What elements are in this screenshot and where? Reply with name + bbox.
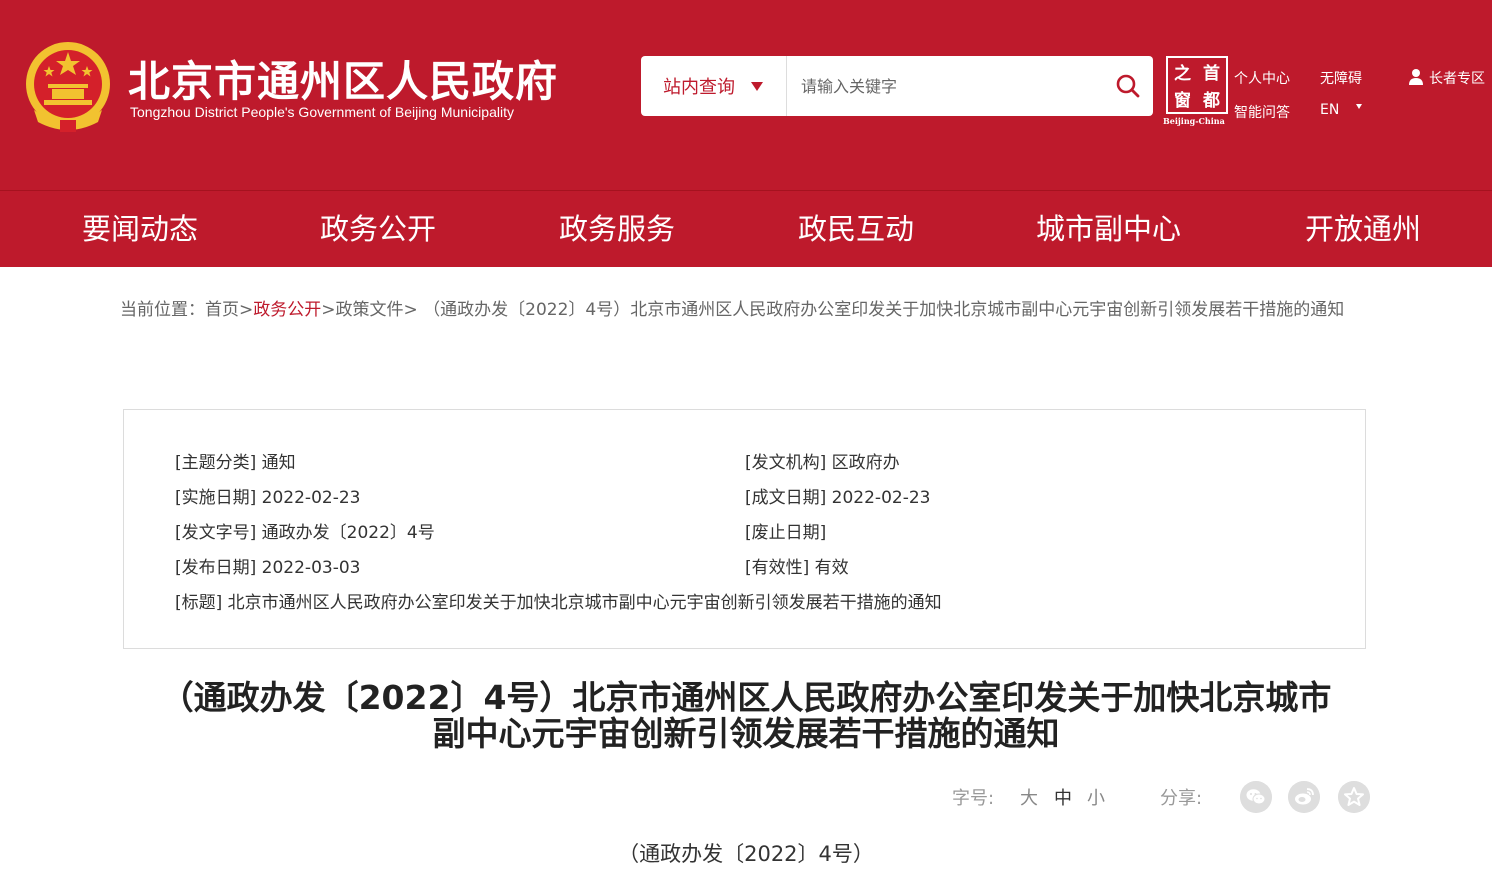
site-subtitle: Tongzhou District People's Government of… bbox=[130, 104, 514, 120]
font-size-small-button[interactable]: 小 bbox=[1087, 784, 1105, 810]
search-box: 站内查询 bbox=[641, 56, 1153, 116]
smart-qa-link[interactable]: 智能问答 bbox=[1234, 102, 1290, 122]
nav-item-sub-center[interactable]: 城市副中心 bbox=[1036, 191, 1181, 268]
national-emblem-icon[interactable] bbox=[24, 40, 112, 134]
nav-item-news[interactable]: 要闻动态 bbox=[82, 191, 198, 268]
capital-window-logo[interactable]: 之 首 窗 都 Beijing-China bbox=[1163, 56, 1231, 126]
dropdown-arrow-icon bbox=[751, 81, 763, 91]
meta-impl-date: [实施日期] 2022-02-23 bbox=[175, 488, 361, 508]
nav-item-gov-public[interactable]: 政务公开 bbox=[320, 191, 436, 268]
meta-made-date: [成文日期] 2022-02-23 bbox=[745, 488, 931, 508]
capital-window-caption: Beijing-China bbox=[1163, 116, 1225, 126]
weibo-icon[interactable] bbox=[1288, 781, 1320, 813]
language-en-link[interactable]: EN bbox=[1320, 102, 1339, 118]
share-label: 分享: bbox=[1160, 788, 1203, 809]
article-title: （通政办发〔2022〕4号）北京市通州区人民政府办公室印发关于加快北京城市 副中… bbox=[120, 680, 1372, 752]
breadcrumb-gov-public[interactable]: 政务公开 bbox=[253, 300, 321, 320]
meta-validity: [有效性] 有效 bbox=[745, 558, 849, 578]
wechat-icon[interactable] bbox=[1240, 781, 1272, 813]
site-header: 北京市通州区人民政府 Tongzhou District People's Go… bbox=[0, 0, 1492, 190]
capital-char: 之 bbox=[1174, 64, 1191, 84]
breadcrumb-separator: > bbox=[321, 300, 336, 320]
breadcrumb: 当前位置：首页>政务公开>政策文件> （通政办发〔2022〕4号）北京市通州区人… bbox=[120, 282, 1370, 338]
breadcrumb-separator: > bbox=[403, 300, 418, 320]
breadcrumb-current: （通政办发〔2022〕4号）北京市通州区人民政府办公室印发关于加快北京城市副中心… bbox=[423, 300, 1345, 320]
article-title-line: （通政办发〔2022〕4号）北京市通州区人民政府办公室印发关于加快北京城市 bbox=[160, 678, 1332, 717]
nav-item-open-tongzhou[interactable]: 开放通州 bbox=[1305, 191, 1421, 268]
search-scope-dropdown[interactable]: 站内查询 bbox=[641, 56, 787, 116]
search-icon[interactable] bbox=[1113, 71, 1143, 101]
breadcrumb-home[interactable]: 首页 bbox=[205, 300, 239, 320]
meta-topic: [主题分类] 通知 bbox=[175, 453, 296, 473]
search-input[interactable] bbox=[787, 56, 1107, 116]
font-size-medium-button[interactable]: 中 bbox=[1054, 784, 1072, 810]
meta-doc-no: [发文字号] 通政办发〔2022〕4号 bbox=[175, 523, 435, 543]
capital-char: 都 bbox=[1203, 91, 1220, 111]
accessibility-link[interactable]: 无障碍 bbox=[1320, 68, 1362, 88]
capital-char: 首 bbox=[1203, 64, 1220, 84]
breadcrumb-prefix: 当前位置： bbox=[120, 300, 205, 320]
capital-char: 窗 bbox=[1174, 91, 1191, 111]
favorite-icon[interactable] bbox=[1338, 781, 1370, 813]
meta-abolish-date: [废止日期] bbox=[745, 523, 827, 543]
language-dropdown-icon[interactable] bbox=[1356, 104, 1362, 109]
person-icon bbox=[1409, 69, 1423, 85]
breadcrumb-separator: > bbox=[239, 300, 254, 320]
search-scope-label: 站内查询 bbox=[663, 77, 735, 98]
article-title-line: 副中心元宇宙创新引领发展若干措施的通知 bbox=[432, 714, 1060, 753]
site-title[interactable]: 北京市通州区人民政府 bbox=[128, 48, 558, 109]
font-size-label: 字号: bbox=[952, 788, 995, 809]
main-nav: 要闻动态 政务公开 政务服务 政民互动 城市副中心 开放通州 bbox=[0, 190, 1492, 267]
font-size-large-button[interactable]: 大 bbox=[1020, 784, 1038, 810]
meta-pub-date: [发布日期] 2022-03-03 bbox=[175, 558, 361, 578]
nav-item-gov-service[interactable]: 政务服务 bbox=[559, 191, 675, 268]
personal-center-link[interactable]: 个人中心 bbox=[1234, 68, 1290, 88]
nav-item-interaction[interactable]: 政民互动 bbox=[798, 191, 914, 268]
capital-window-grid: 之 首 窗 都 bbox=[1166, 56, 1228, 114]
meta-org: [发文机构] 区政府办 bbox=[745, 453, 900, 473]
document-meta-box: [主题分类] 通知 [发文机构] 区政府办 [实施日期] 2022-02-23 … bbox=[123, 409, 1366, 649]
breadcrumb-policy[interactable]: 政策文件 bbox=[336, 300, 404, 320]
elder-zone-link[interactable]: 长者专区 bbox=[1429, 68, 1485, 88]
meta-title: [标题] 北京市通州区人民政府办公室印发关于加快北京城市副中心元宇宙创新引领发展… bbox=[175, 593, 942, 613]
article-doc-number: （通政办发〔2022〕4号） bbox=[618, 842, 874, 866]
